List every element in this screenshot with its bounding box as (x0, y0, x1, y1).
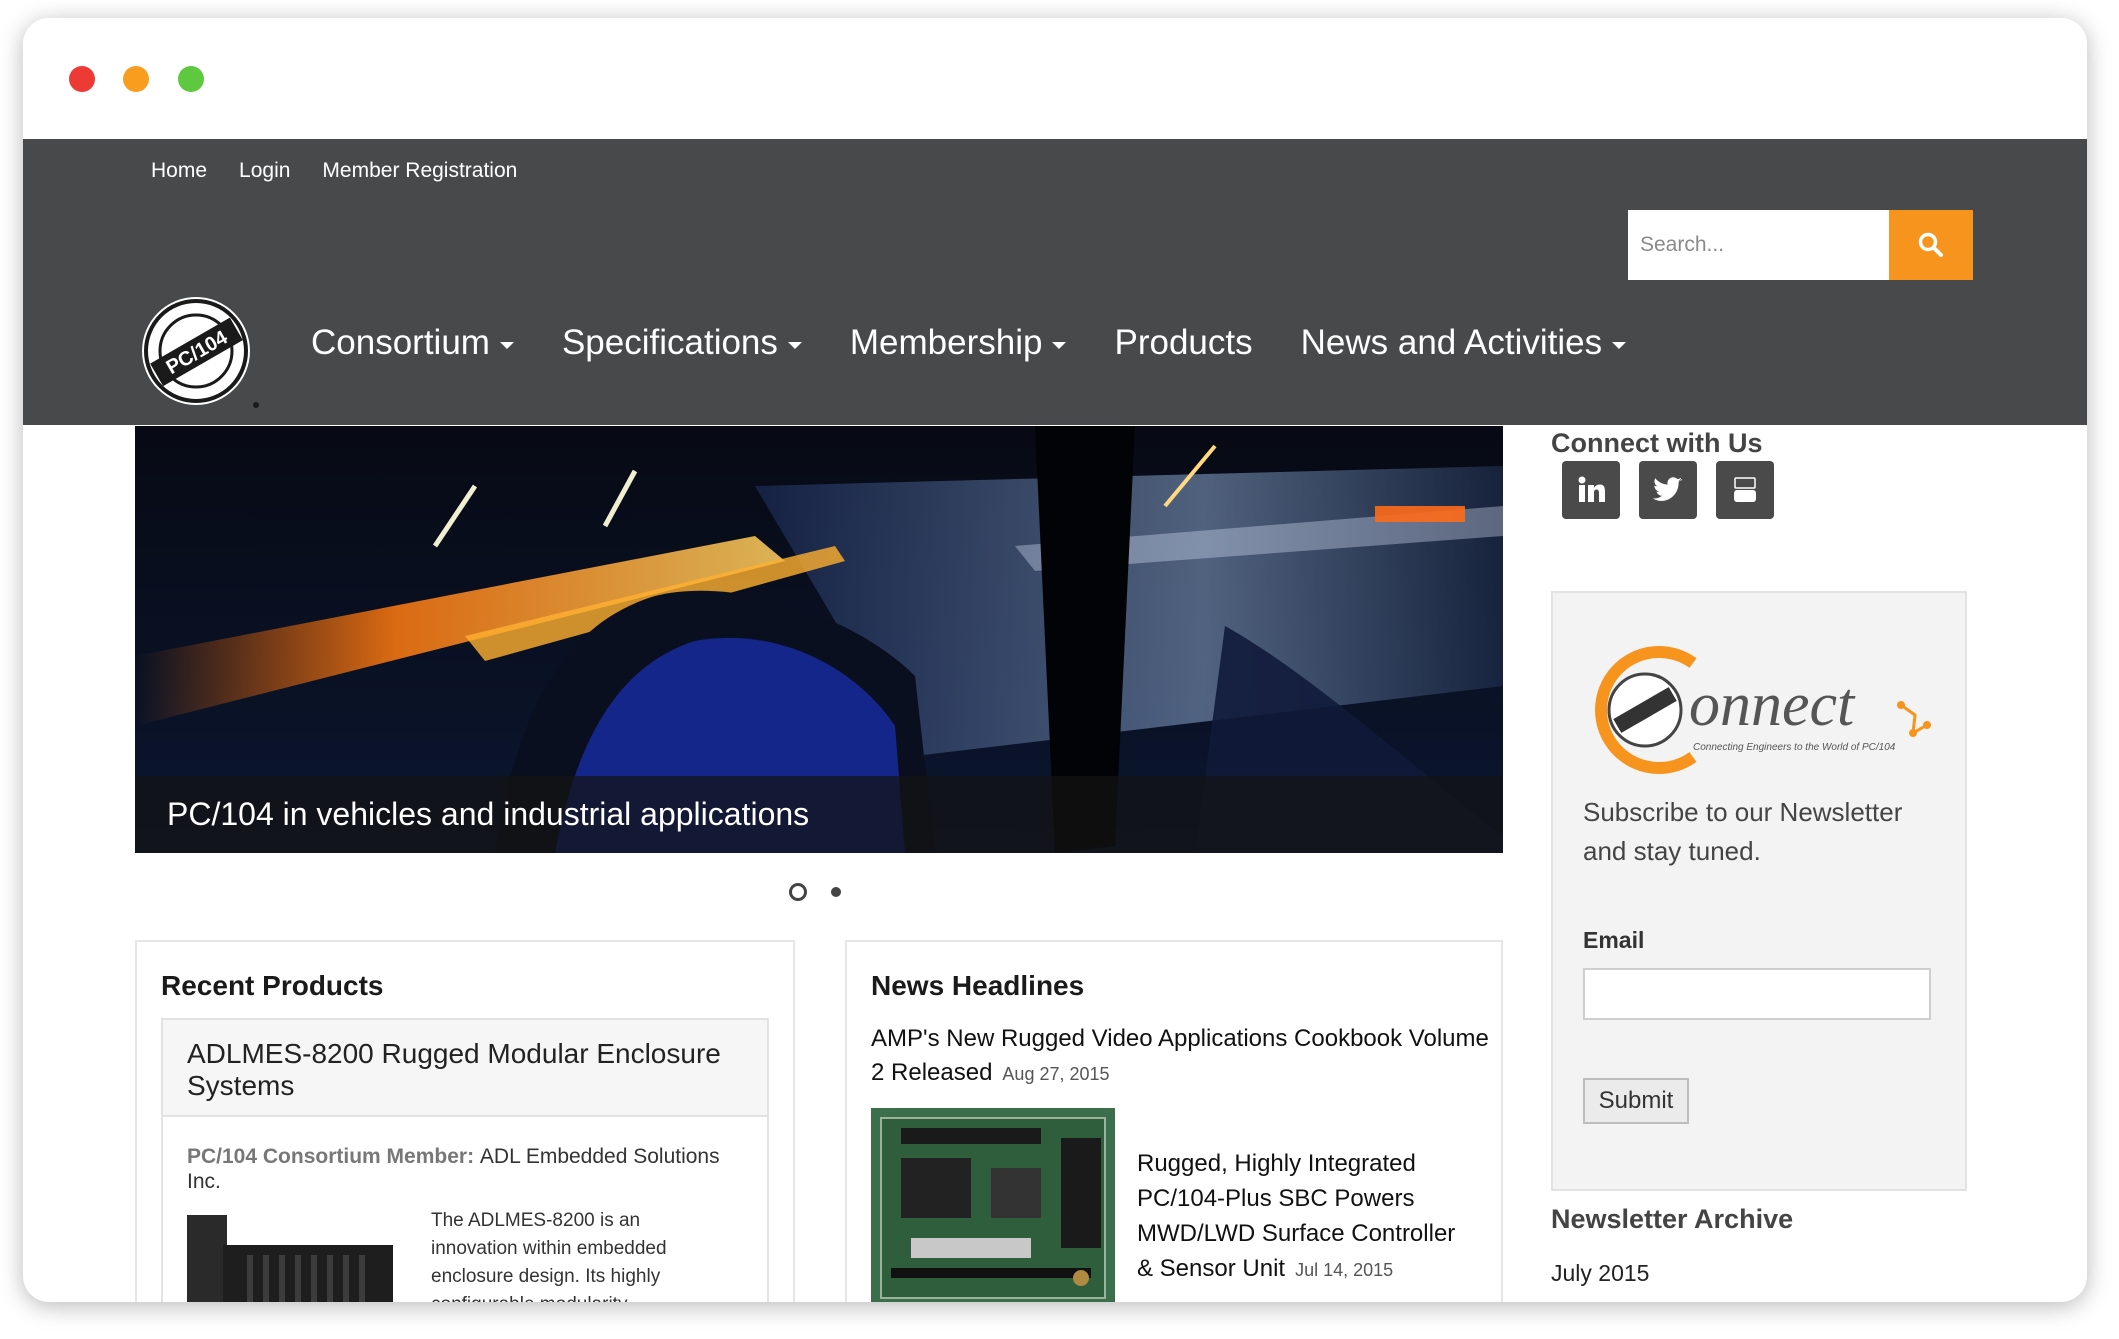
nav-news[interactable]: News and Activities (1301, 323, 1627, 363)
youtube-icon[interactable] (1716, 461, 1774, 519)
nav-register-link[interactable]: Member Registration (322, 159, 517, 183)
nav-news-label: News and Activities (1300, 323, 1603, 362)
member-name-suffix: Inc. (187, 1170, 221, 1193)
product-image[interactable] (187, 1215, 397, 1302)
nav-consortium[interactable]: Consortium (311, 323, 514, 363)
main-nav: Consortium Specifications Membership Pro… (311, 323, 1627, 363)
carousel-dot-2[interactable] (831, 887, 841, 897)
nav-consortium-label: Consortium (311, 323, 490, 362)
caret-down-icon (1612, 341, 1627, 349)
connect-brand-text: onnect (1689, 671, 1856, 739)
twitter-icon[interactable] (1639, 461, 1697, 519)
nav-membership[interactable]: Membership (850, 323, 1067, 363)
connect-tagline: Connecting Engineers to the World of PC/… (1693, 742, 1896, 753)
connect-heading: Connect with Us (1551, 428, 1763, 458)
newsletter-signup: onnect Connecting Engineers to the World… (1551, 591, 1967, 1191)
browser-window: Home Login Member Registration Search...… (23, 18, 2087, 1302)
nav-products[interactable]: Products (1114, 323, 1252, 363)
recent-products-panel: Recent Products ADLMES-8200 Rugged Modul… (135, 940, 795, 1302)
search-icon (1918, 232, 1943, 257)
caret-down-icon (1052, 341, 1067, 349)
news-item-1[interactable]: AMP's New Rugged Video Applications Cook… (871, 1022, 1491, 1091)
maximize-window-button[interactable] (178, 66, 204, 92)
nav-login-link[interactable]: Login (239, 159, 290, 183)
recent-products-heading: Recent Products (161, 970, 384, 1001)
news-item-2-image[interactable] (871, 1108, 1115, 1302)
archive-link-july-2015[interactable]: July 2015 (1551, 1260, 1649, 1287)
member-name[interactable]: ADL Embedded Solutions (480, 1145, 720, 1168)
news-headlines-heading: News Headlines (871, 970, 1085, 1001)
top-nav: Home Login Member Registration (151, 159, 517, 183)
social-links (1562, 461, 1774, 519)
news-headlines-panel: News Headlines AMP's New Rugged Video Ap… (845, 940, 1503, 1302)
member-label: PC/104 Consortium Member: (187, 1145, 475, 1168)
pc104-logo[interactable]: PC/104 (136, 295, 264, 411)
news-item-2-date: Jul 14, 2015 (1295, 1260, 1394, 1280)
nav-products-label: Products (1114, 323, 1253, 362)
minimize-window-button[interactable] (123, 66, 149, 92)
carousel-dot-1[interactable] (789, 883, 807, 901)
site-header: Home Login Member Registration Search...… (23, 139, 2087, 425)
nav-specifications-label: Specifications (561, 323, 778, 362)
news-item-1-date: Aug 27, 2015 (1002, 1064, 1110, 1084)
newsletter-archive-heading: Newsletter Archive (1551, 1204, 1794, 1234)
nav-membership-label: Membership (849, 323, 1043, 362)
carousel-indicators (789, 883, 841, 901)
hero-caption-bar: PC/104 in vehicles and industrial applic… (135, 776, 1503, 853)
title-bar (23, 18, 2087, 139)
connect-logo: onnect Connecting Engineers to the World… (1595, 646, 1931, 774)
nav-specifications[interactable]: Specifications (562, 323, 802, 363)
news-item-2[interactable]: Rugged, Highly Integrated PC/104-Plus SB… (1137, 1146, 1467, 1288)
product-card-body: PC/104 Consortium Member: ADL Embedded S… (161, 1117, 769, 1302)
submit-button[interactable]: Submit (1583, 1078, 1689, 1124)
product-title[interactable]: ADLMES-8200 Rugged Modular Enclosure Sys… (161, 1018, 769, 1117)
news-item-1-title[interactable]: AMP's New Rugged Video Applications Cook… (871, 1025, 1489, 1086)
linkedin-icon[interactable] (1562, 461, 1620, 519)
search-input[interactable]: Search... (1628, 210, 1889, 280)
hero-carousel[interactable]: PC/104 in vehicles and industrial applic… (135, 426, 1503, 853)
hero-caption: PC/104 in vehicles and industrial applic… (167, 796, 810, 832)
close-window-button[interactable] (69, 66, 95, 92)
caret-down-icon (787, 341, 802, 349)
email-field[interactable] (1583, 968, 1931, 1020)
product-description: The ADLMES-8200 is an innovation within … (431, 1210, 667, 1302)
newsletter-text: Subscribe to our Newsletter and stay tun… (1583, 797, 1903, 866)
nav-home-link[interactable]: Home (151, 159, 207, 183)
member-line: PC/104 Consortium Member: ADL Embedded S… (187, 1145, 720, 1169)
caret-down-icon (499, 341, 514, 349)
email-label: Email (1583, 927, 1645, 953)
search-button[interactable] (1889, 210, 1973, 280)
